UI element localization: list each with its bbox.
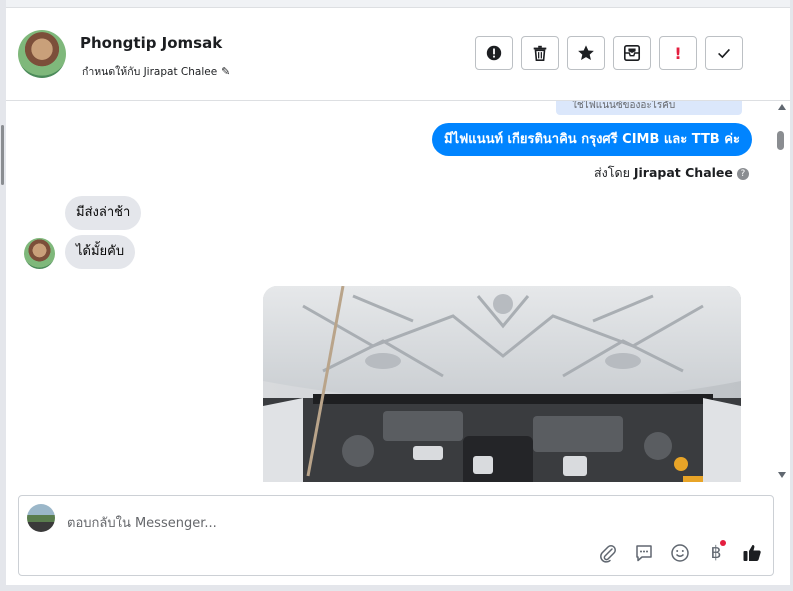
scroll-down-arrow[interactable] <box>778 472 786 478</box>
thread-scrollbar[interactable] <box>775 101 790 482</box>
trash-icon <box>533 45 547 62</box>
star-button[interactable] <box>567 36 605 70</box>
saved-replies-button[interactable] <box>633 542 655 564</box>
pencil-icon[interactable]: ✎ <box>221 65 230 78</box>
composer-actions: ฿ <box>597 540 763 564</box>
paperclip-icon <box>600 545 616 563</box>
check-icon <box>718 48 730 59</box>
page-avatar <box>27 504 55 532</box>
exclamation-icon: ! <box>674 43 682 63</box>
engine-bay-image <box>263 286 741 482</box>
reply-composer[interactable]: ตอบกลับใน Messenger... ฿ <box>18 495 774 576</box>
star-icon <box>578 45 594 61</box>
sent-by-label: ส่งโดย Jirapat Chalee? <box>594 163 749 183</box>
chat-bubble-icon <box>636 545 652 562</box>
sent-by-prefix: ส่งโดย <box>594 165 630 180</box>
scroll-thumb[interactable] <box>777 131 784 150</box>
mark-spam-button[interactable] <box>475 36 513 70</box>
reply-input[interactable]: ตอบกลับใน Messenger... <box>67 512 217 533</box>
sent-by-name: Jirapat Chalee <box>633 165 733 180</box>
incoming-message[interactable]: มีส่งล่าช้า <box>65 196 142 230</box>
move-to-inbox-button[interactable] <box>613 36 651 70</box>
window-bottom-edge <box>0 585 793 591</box>
alert-circle-icon <box>486 45 502 61</box>
previous-outgoing-message[interactable]: ใช่ไฟแนนซ์ของอะไรคับ <box>556 101 742 115</box>
message-thread[interactable]: ใช่ไฟแนนซ์ของอะไรคับ มีไฟแนนท์ เกียรตินา… <box>6 101 776 482</box>
mark-done-button[interactable] <box>705 36 743 70</box>
delete-button[interactable] <box>521 36 559 70</box>
baht-icon: ฿ <box>710 543 722 563</box>
conversation-header: Phongtip Jomsak กำหนดให้กับ Jirapat Chal… <box>6 8 790 101</box>
contact-avatar[interactable] <box>18 30 66 78</box>
notification-dot <box>720 540 726 546</box>
conversation-toolbar: ! <box>475 36 743 70</box>
like-button[interactable] <box>741 542 763 564</box>
smiley-icon <box>671 544 689 562</box>
help-icon[interactable]: ? <box>736 168 749 180</box>
incoming-message[interactable]: ได้มั้ยคับ <box>65 235 136 269</box>
outgoing-message[interactable]: มีไฟแนนท์ เกียรตินาคิน กรุงศรี CIMB และ … <box>432 123 752 156</box>
assignment-label[interactable]: กำหนดให้กับ Jirapat Chalee ✎ <box>82 63 230 80</box>
attach-button[interactable] <box>597 542 619 564</box>
thumbs-up-icon <box>743 545 761 561</box>
contact-name[interactable]: Phongtip Jomsak <box>80 34 222 52</box>
inbox-icon <box>623 44 641 62</box>
scroll-up-arrow[interactable] <box>778 104 786 110</box>
payment-button[interactable]: ฿ <box>705 540 727 564</box>
left-edge-handle[interactable] <box>1 125 4 185</box>
contact-avatar-small[interactable] <box>24 238 55 269</box>
car-engine-bay-photo[interactable] <box>263 286 741 482</box>
emoji-button[interactable] <box>669 542 691 564</box>
window-top-edge <box>6 0 793 8</box>
mark-follow-up-button[interactable]: ! <box>659 36 697 70</box>
assignment-text: กำหนดให้กับ Jirapat Chalee <box>82 66 218 78</box>
